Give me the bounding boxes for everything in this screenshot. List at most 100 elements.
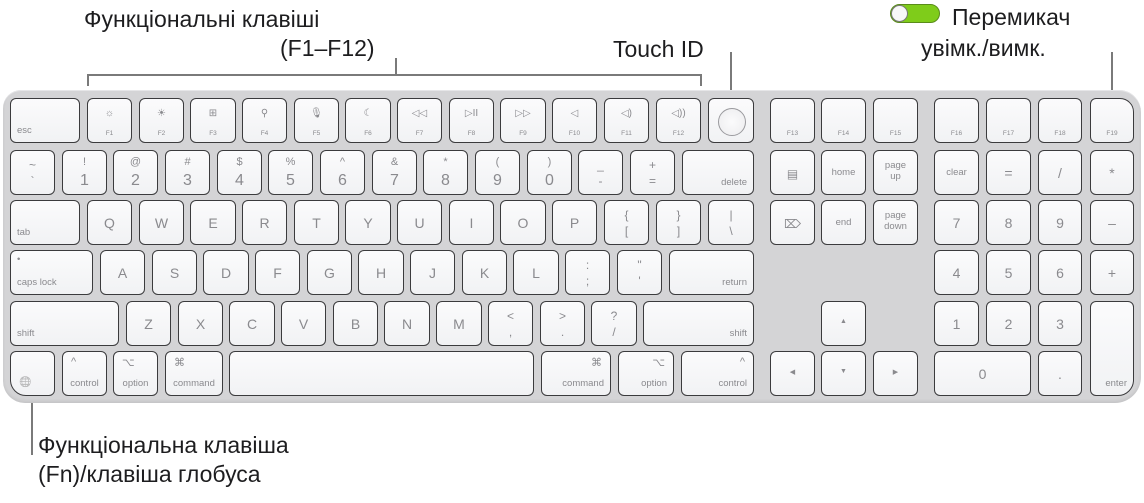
key-np9[interactable]: 9 xyxy=(1038,200,1082,245)
key-9[interactable]: 9( xyxy=(475,150,520,195)
key-esc[interactable]: esc xyxy=(10,98,80,143)
key-grave[interactable]: ~ ` xyxy=(10,150,55,195)
key-f14[interactable]: F14 xyxy=(821,98,866,143)
key-f16[interactable]: F16 xyxy=(934,98,979,143)
key-r[interactable]: R xyxy=(242,200,287,245)
key-f6[interactable]: ☾ F6 xyxy=(345,98,391,143)
key-minus[interactable]: _ - xyxy=(578,150,623,195)
key-1[interactable]: 1! xyxy=(62,150,107,195)
key-p[interactable]: P xyxy=(552,200,597,245)
key-np7[interactable]: 7 xyxy=(934,200,979,245)
key-f8[interactable]: ▷II F8 xyxy=(449,98,494,143)
key-np_star[interactable]: * xyxy=(1090,150,1134,195)
key-up[interactable]: ▲ xyxy=(821,301,866,346)
key-right[interactable]: ▶ xyxy=(873,351,918,396)
key-f9[interactable]: ▷▷ F9 xyxy=(500,98,546,143)
key-s[interactable]: S xyxy=(152,250,197,295)
key-np3[interactable]: 3 xyxy=(1038,301,1082,346)
key-end[interactable]: end xyxy=(821,200,866,245)
key-left[interactable]: ◀ xyxy=(770,351,815,396)
key-o[interactable]: O xyxy=(500,200,546,245)
key-f3[interactable]: ⊞ F3 xyxy=(190,98,236,143)
key-loption[interactable]: ⌥ option xyxy=(113,351,158,396)
key-z[interactable]: Z xyxy=(126,301,171,346)
key-np_equals[interactable]: = xyxy=(986,150,1031,195)
key-np6[interactable]: 6 xyxy=(1038,250,1082,295)
key-8[interactable]: 8 * xyxy=(423,150,468,195)
key-lcommand[interactable]: ⌘ command xyxy=(165,351,223,396)
key-f12[interactable]: ◁)) F12 xyxy=(656,98,701,143)
key-e[interactable]: E xyxy=(190,200,236,245)
key-l[interactable]: L xyxy=(513,250,559,295)
key-np_minus[interactable]: – xyxy=(1090,200,1134,245)
key-lbracket[interactable]: {[ xyxy=(604,200,649,245)
key-rcontrol[interactable]: ^ control xyxy=(681,351,754,396)
key-np1[interactable]: 1 xyxy=(934,301,979,346)
key-slash[interactable]: ? / xyxy=(591,301,637,346)
key-n[interactable]: N xyxy=(384,301,430,346)
key-lcontrol[interactable]: ^ control xyxy=(62,351,107,396)
key-rcommand[interactable]: ⌘ command xyxy=(541,351,611,396)
key-3[interactable]: 3 # xyxy=(165,150,210,195)
key-f19[interactable]: F19 xyxy=(1090,98,1134,143)
key-q[interactable]: Q xyxy=(87,200,132,245)
key-h[interactable]: H xyxy=(358,250,404,295)
key-f2[interactable]: ☀ F2 xyxy=(139,98,184,143)
key-c[interactable]: C xyxy=(229,301,275,346)
key-np_plus[interactable]: + xyxy=(1090,250,1134,295)
key-equals[interactable]: + = xyxy=(630,150,675,195)
key-rbracket[interactable]: }] xyxy=(656,200,701,245)
key-tab[interactable]: tab xyxy=(10,200,80,245)
key-4[interactable]: 4 $ xyxy=(217,150,262,195)
key-7[interactable]: 7 & xyxy=(372,150,417,195)
key-f10[interactable]: ◁ F10 xyxy=(552,98,597,143)
key-g[interactable]: G xyxy=(307,250,352,295)
key-return[interactable]: return xyxy=(669,250,754,295)
key-f7[interactable]: ◁◁ F7 xyxy=(397,98,442,143)
key-f11[interactable]: ◁) F11 xyxy=(604,98,649,143)
key-lshift[interactable]: shift xyxy=(10,301,119,346)
key-np2[interactable]: 2 xyxy=(986,301,1031,346)
key-0[interactable]: 0) xyxy=(527,150,572,195)
key-f[interactable]: F xyxy=(255,250,300,295)
key-m[interactable]: M xyxy=(436,301,482,346)
key-comma[interactable]: <, xyxy=(488,301,533,346)
key-b[interactable]: B xyxy=(333,301,378,346)
key-k[interactable]: K xyxy=(462,250,507,295)
key-w[interactable]: W xyxy=(139,200,184,245)
key-space[interactable] xyxy=(229,351,534,396)
key-enter[interactable]: enter xyxy=(1090,301,1134,396)
key-f5[interactable]: 🎙 F5 xyxy=(294,98,339,143)
key-np_dot[interactable]: . xyxy=(1038,351,1082,396)
key-capslock[interactable]: • caps lock xyxy=(10,250,93,295)
key-fwddelete[interactable]: ⌦ xyxy=(770,200,815,245)
key-rshift[interactable]: shift xyxy=(643,301,754,346)
key-f1[interactable]: ☼ F1 xyxy=(87,98,132,143)
key-pageup[interactable]: page up xyxy=(873,150,918,195)
key-docs[interactable]: ▤ xyxy=(770,150,815,195)
key-u[interactable]: U xyxy=(397,200,442,245)
key-down[interactable]: ▼ xyxy=(821,351,866,396)
key-pagedown[interactable]: page down xyxy=(873,200,918,245)
key-x[interactable]: X xyxy=(178,301,223,346)
key-np0[interactable]: 0 xyxy=(934,351,1031,396)
key-t[interactable]: T xyxy=(294,200,339,245)
key-f4[interactable]: ⚲ F4 xyxy=(242,98,287,143)
key-y[interactable]: Y xyxy=(345,200,391,245)
key-quote[interactable]: " ' xyxy=(617,250,662,295)
key-6[interactable]: 6 ^ xyxy=(320,150,365,195)
key-touchid[interactable] xyxy=(708,98,754,143)
key-a[interactable]: A xyxy=(100,250,145,295)
key-np8[interactable]: 8 xyxy=(986,200,1031,245)
key-fn[interactable]: 🌐 xyxy=(10,351,55,396)
key-f15[interactable]: F15 xyxy=(873,98,918,143)
key-np4[interactable]: 4 xyxy=(934,250,979,295)
key-period[interactable]: >. xyxy=(540,301,585,346)
key-backslash[interactable]: | \ xyxy=(708,200,754,245)
key-clear[interactable]: clear xyxy=(934,150,979,195)
key-2[interactable]: 2 @ xyxy=(113,150,158,195)
key-j[interactable]: J xyxy=(410,250,455,295)
key-semicolon[interactable]: :; xyxy=(565,250,610,295)
key-home[interactable]: home xyxy=(821,150,866,195)
key-i[interactable]: I xyxy=(449,200,494,245)
